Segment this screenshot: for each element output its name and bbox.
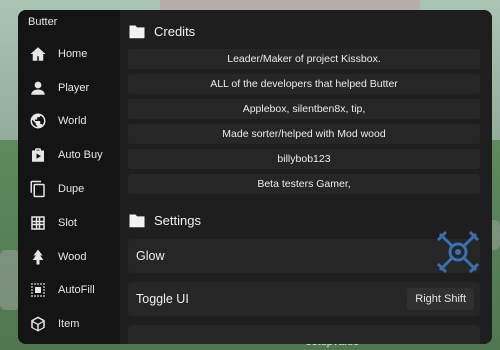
sidebar-item-wood[interactable]: Wood: [18, 240, 120, 274]
cube-icon: [28, 314, 48, 334]
settings-title: Settings: [154, 213, 201, 228]
glow-setting[interactable]: Glow: [128, 239, 480, 273]
glow-label: Glow: [136, 249, 165, 263]
butter-window: Butter Home Player World Auto Buy Dupe S…: [18, 10, 492, 344]
credits-title: Credits: [154, 24, 196, 39]
sidebar-item-item[interactable]: Item: [18, 307, 120, 341]
toggle-ui-setting: Toggle UI Right Shift: [128, 282, 480, 316]
sidebar-item-dupe[interactable]: Dupe: [18, 172, 120, 206]
credit-row: Beta testers Gamer,: [128, 174, 480, 194]
tree-icon: [28, 247, 48, 267]
sidebar-item-label: World: [58, 115, 87, 128]
settings-header: Settings: [128, 213, 201, 228]
toggle-ui-keybind-button[interactable]: Right Shift: [407, 288, 474, 310]
sidebar-item-label: Wood: [58, 250, 87, 263]
crossed-emblem-icon: [436, 230, 480, 274]
credit-row: Leader/Maker of project Kissbox.: [128, 49, 480, 69]
setting-row-partial[interactable]: [128, 325, 480, 344]
sidebar-item-label: Auto Buy: [58, 149, 103, 162]
sidebar-item-player[interactable]: Player: [18, 71, 120, 105]
sidebar-item-home[interactable]: Home: [18, 37, 120, 71]
home-icon: [28, 44, 48, 64]
sidebar-item-label: Item: [58, 318, 80, 331]
content-panel: Credits Leader/Maker of project Kissbox.…: [120, 10, 492, 344]
background-rock: [0, 250, 20, 310]
folder-icon: [129, 214, 145, 228]
folder-icon: [129, 25, 145, 39]
user-icon: [28, 78, 48, 98]
sidebar-item-autofill[interactable]: AutoFill: [18, 274, 120, 308]
sidebar-nav: Home Player World Auto Buy Dupe Slot Woo…: [18, 37, 120, 341]
sidebar-item-label: Slot: [58, 216, 77, 229]
globe-icon: [28, 111, 48, 131]
credit-row: Applebox, silentben8x, tip,: [128, 99, 480, 119]
app-title: Butter: [28, 16, 58, 28]
sidebar-item-label: Player: [58, 81, 90, 94]
credit-row: billybob123: [128, 149, 480, 169]
credit-row: Made sorter/helped with Mod wood: [128, 124, 480, 144]
sidebar: Butter Home Player World Auto Buy Dupe S…: [18, 10, 120, 344]
sidebar-item-label: AutoFill: [58, 284, 95, 297]
toggle-ui-label: Toggle UI: [136, 292, 189, 306]
sidebar-item-world[interactable]: World: [18, 105, 120, 139]
select-dotted-icon: [28, 280, 48, 300]
credit-row: ALL of the developers that helped Butter: [128, 74, 480, 94]
copy-icon: [28, 179, 48, 199]
sidebar-item-slot[interactable]: Slot: [18, 206, 120, 240]
shopping-bag-icon: [28, 145, 48, 165]
credits-header: Credits: [128, 24, 195, 39]
sidebar-item-label: Home: [58, 47, 88, 60]
sidebar-item-auto-buy[interactable]: Auto Buy: [18, 138, 120, 172]
grid-icon: [28, 213, 48, 233]
sidebar-item-label: Dupe: [58, 183, 85, 196]
